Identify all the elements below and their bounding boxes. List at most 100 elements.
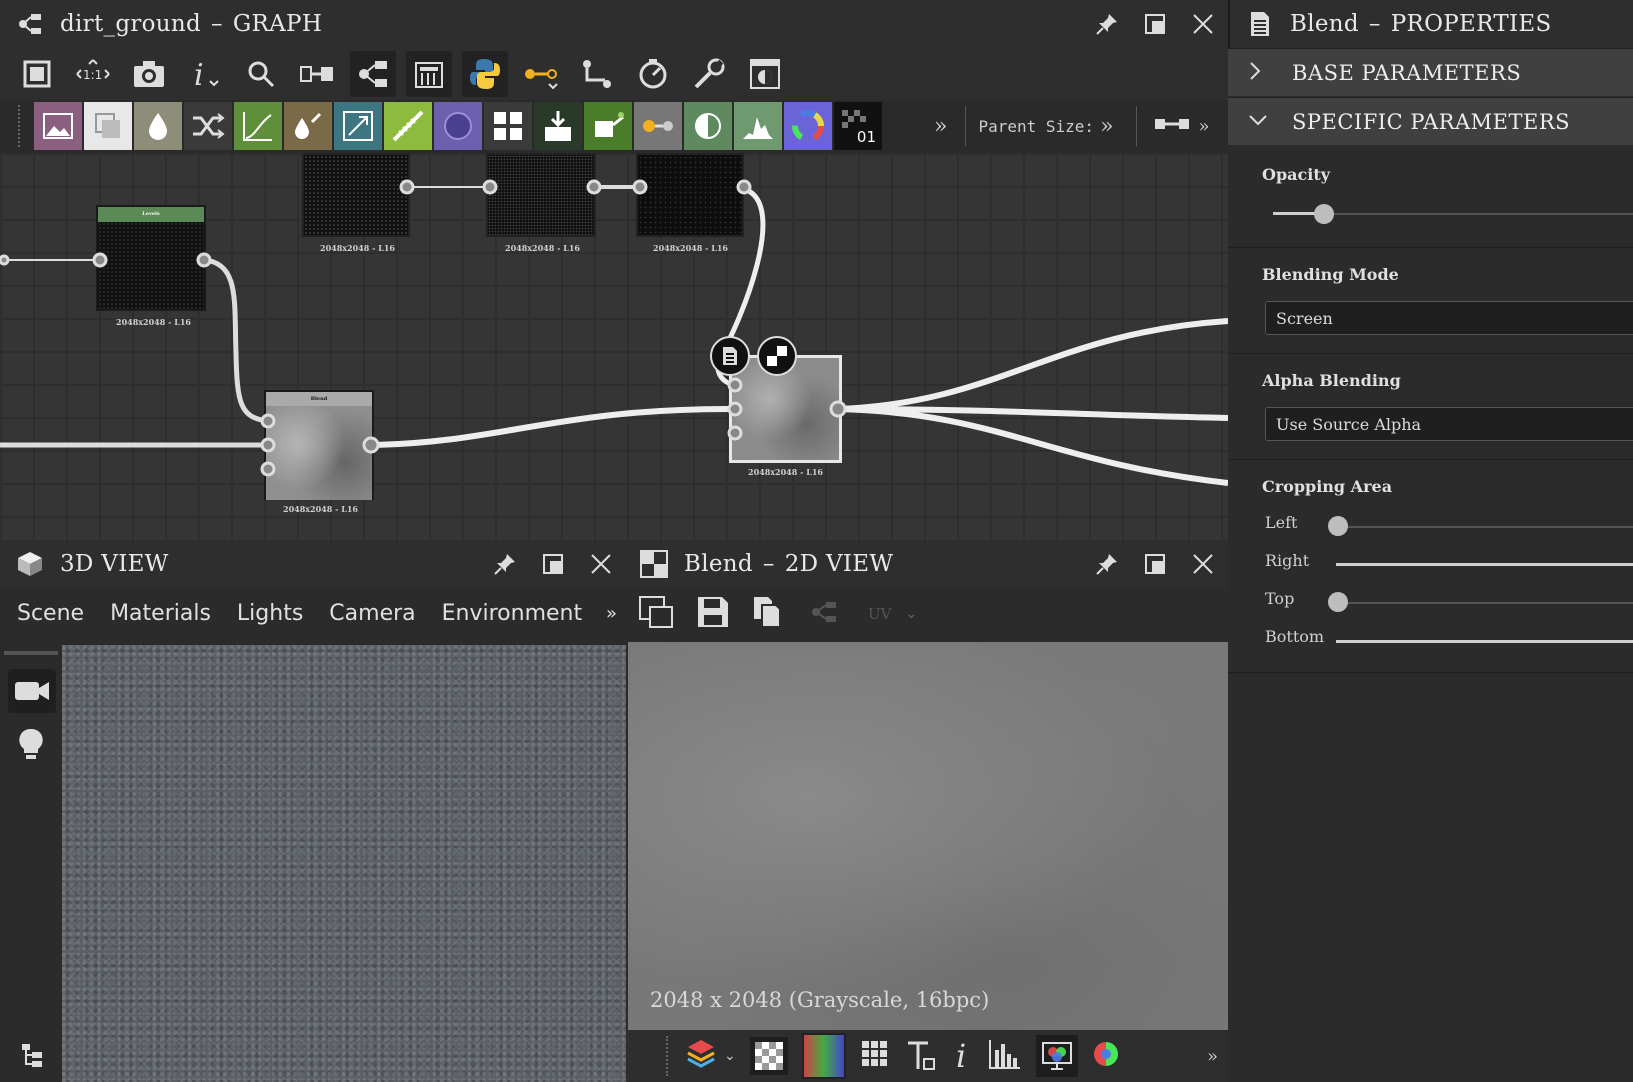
color-sphere-icon[interactable] xyxy=(1092,1040,1120,1072)
expand-more-icon[interactable]: » xyxy=(934,114,947,139)
tiling-grid-icon[interactable] xyxy=(860,1039,890,1073)
graph-toolbar: 1:1 i xyxy=(0,48,1228,100)
maximize-icon[interactable] xyxy=(538,549,568,579)
video-camera-icon[interactable] xyxy=(8,669,56,713)
save-icon[interactable] xyxy=(696,595,730,633)
search-icon[interactable] xyxy=(238,51,284,97)
blending-mode-dropdown[interactable]: Screen xyxy=(1265,301,1633,335)
noise-node-2[interactable] xyxy=(486,153,596,237)
crop-bottom-slider-fill[interactable] xyxy=(1336,640,1633,643)
node-preview-icon[interactable] xyxy=(757,336,797,376)
blend-node-1[interactable]: Blend xyxy=(264,390,374,500)
tile-grid-icon[interactable] xyxy=(484,102,532,150)
lightbulb-icon[interactable] xyxy=(18,727,62,765)
layers-icon[interactable] xyxy=(686,1038,716,1074)
copy-icon[interactable] xyxy=(752,595,782,633)
sidebar-grip[interactable] xyxy=(4,651,58,655)
histogram-icon[interactable] xyxy=(988,1038,1022,1074)
drag-handle[interactable] xyxy=(666,1036,672,1076)
layers-dropdown-icon[interactable]: ⌄ xyxy=(724,1048,736,1064)
shape-circle-icon[interactable] xyxy=(434,102,482,150)
parent-size-expand-icon[interactable]: » xyxy=(1100,114,1113,139)
uniform-color-icon[interactable] xyxy=(84,102,132,150)
divider xyxy=(1228,459,1633,460)
color-wheel-icon[interactable] xyxy=(784,102,832,150)
link-toggle-icon[interactable] xyxy=(1153,116,1191,136)
dropper-icon[interactable] xyxy=(284,102,332,150)
timer-icon[interactable] xyxy=(630,51,676,97)
display-color-icon[interactable] xyxy=(1035,1035,1078,1077)
uv-selector[interactable]: UV xyxy=(868,605,891,623)
levels-node[interactable]: Levels xyxy=(96,205,206,311)
drop-icon[interactable] xyxy=(134,102,182,150)
2d-viewport[interactable]: 2048 x 2048 (Grayscale, 16bpc) xyxy=(628,642,1228,1030)
node-properties-icon[interactable] xyxy=(710,336,750,376)
svg-text:i: i xyxy=(956,1037,966,1071)
histogram-icon[interactable] xyxy=(734,102,782,150)
contrast-icon[interactable] xyxy=(684,102,732,150)
close-icon[interactable] xyxy=(1188,9,1218,39)
pin-icon[interactable] xyxy=(1092,549,1122,579)
curve-icon[interactable] xyxy=(234,102,282,150)
transparency-checker-icon[interactable] xyxy=(749,1037,788,1075)
base-parameters-section[interactable]: BASE PARAMETERS xyxy=(1228,48,1633,96)
watering-can-icon[interactable] xyxy=(584,102,632,150)
frame-all-icon[interactable] xyxy=(14,51,60,97)
color-channels-icon[interactable] xyxy=(801,1033,846,1079)
close-icon[interactable] xyxy=(586,549,616,579)
maximize-icon[interactable] xyxy=(1140,9,1170,39)
graph-canvas[interactable]: 2048x2048 - L16 2048x2048 - L16 2048x204… xyxy=(0,153,1228,540)
zoom-1to1-icon[interactable]: 1:1 xyxy=(70,51,116,97)
crop-right-slider-fill[interactable] xyxy=(1336,563,1633,566)
crop-left-slider-track[interactable] xyxy=(1338,526,1633,528)
info-icon[interactable]: i xyxy=(952,1037,974,1075)
menu-lights[interactable]: Lights xyxy=(237,601,303,626)
pin-icon[interactable] xyxy=(490,549,520,579)
shuffle-icon[interactable] xyxy=(184,102,232,150)
more-tools-icon[interactable]: » xyxy=(1207,1046,1218,1067)
alpha-blending-dropdown[interactable]: Use Source Alpha xyxy=(1265,407,1633,441)
noise-node-3[interactable] xyxy=(636,153,744,237)
3d-viewport[interactable] xyxy=(62,645,626,1082)
image-node-icon[interactable] xyxy=(34,102,82,150)
scene-tree-icon[interactable] xyxy=(20,1042,44,1072)
measure-icon[interactable] xyxy=(904,1037,938,1075)
specific-parameters-label: SPECIFIC PARAMETERS xyxy=(1292,109,1571,134)
preview-window-icon[interactable] xyxy=(742,51,788,97)
frames-icon[interactable] xyxy=(406,51,452,97)
crop-left-slider-knob[interactable] xyxy=(1328,516,1348,536)
info-icon[interactable]: i xyxy=(182,51,228,97)
expand-more-icon-2[interactable]: » xyxy=(1199,116,1210,137)
blending-mode-label: Blending Mode xyxy=(1262,265,1399,284)
opacity-slider-knob[interactable] xyxy=(1314,204,1334,224)
menu-scene[interactable]: Scene xyxy=(17,601,84,626)
graph-link-icon[interactable] xyxy=(810,599,840,629)
graph-layout-icon[interactable] xyxy=(350,51,396,97)
noise-node-1[interactable] xyxy=(302,153,410,237)
elbow-link-icon[interactable] xyxy=(574,51,620,97)
toolbar-divider xyxy=(965,106,967,146)
link-node-icon[interactable] xyxy=(634,102,682,150)
menu-camera[interactable]: Camera xyxy=(329,601,415,626)
fit-view-icon[interactable] xyxy=(638,595,674,633)
wrench-icon[interactable] xyxy=(686,51,732,97)
menu-materials[interactable]: Materials xyxy=(110,601,211,626)
crop-top-slider-track[interactable] xyxy=(1338,602,1633,604)
align-icon[interactable] xyxy=(294,51,340,97)
gradient-ramp-icon[interactable] xyxy=(384,102,432,150)
crop-top-slider-knob[interactable] xyxy=(1328,592,1348,612)
menu-more-icon[interactable]: » xyxy=(606,603,617,624)
menu-environment[interactable]: Environment xyxy=(442,601,582,626)
specific-parameters-section[interactable]: SPECIFIC PARAMETERS xyxy=(1228,97,1633,145)
close-icon[interactable] xyxy=(1188,549,1218,579)
python-icon[interactable] xyxy=(462,51,508,97)
maximize-icon[interactable] xyxy=(1140,549,1170,579)
connector-icon[interactable] xyxy=(518,51,564,97)
pin-icon[interactable] xyxy=(1092,9,1122,39)
import-icon[interactable] xyxy=(534,102,582,150)
camera-icon[interactable] xyxy=(126,51,172,97)
drag-handle[interactable] xyxy=(18,105,24,147)
transform-icon[interactable] xyxy=(334,102,382,150)
uv-dropdown-icon[interactable]: ⌄ xyxy=(905,606,917,622)
noise-tile-icon[interactable]: 01 xyxy=(834,102,882,150)
